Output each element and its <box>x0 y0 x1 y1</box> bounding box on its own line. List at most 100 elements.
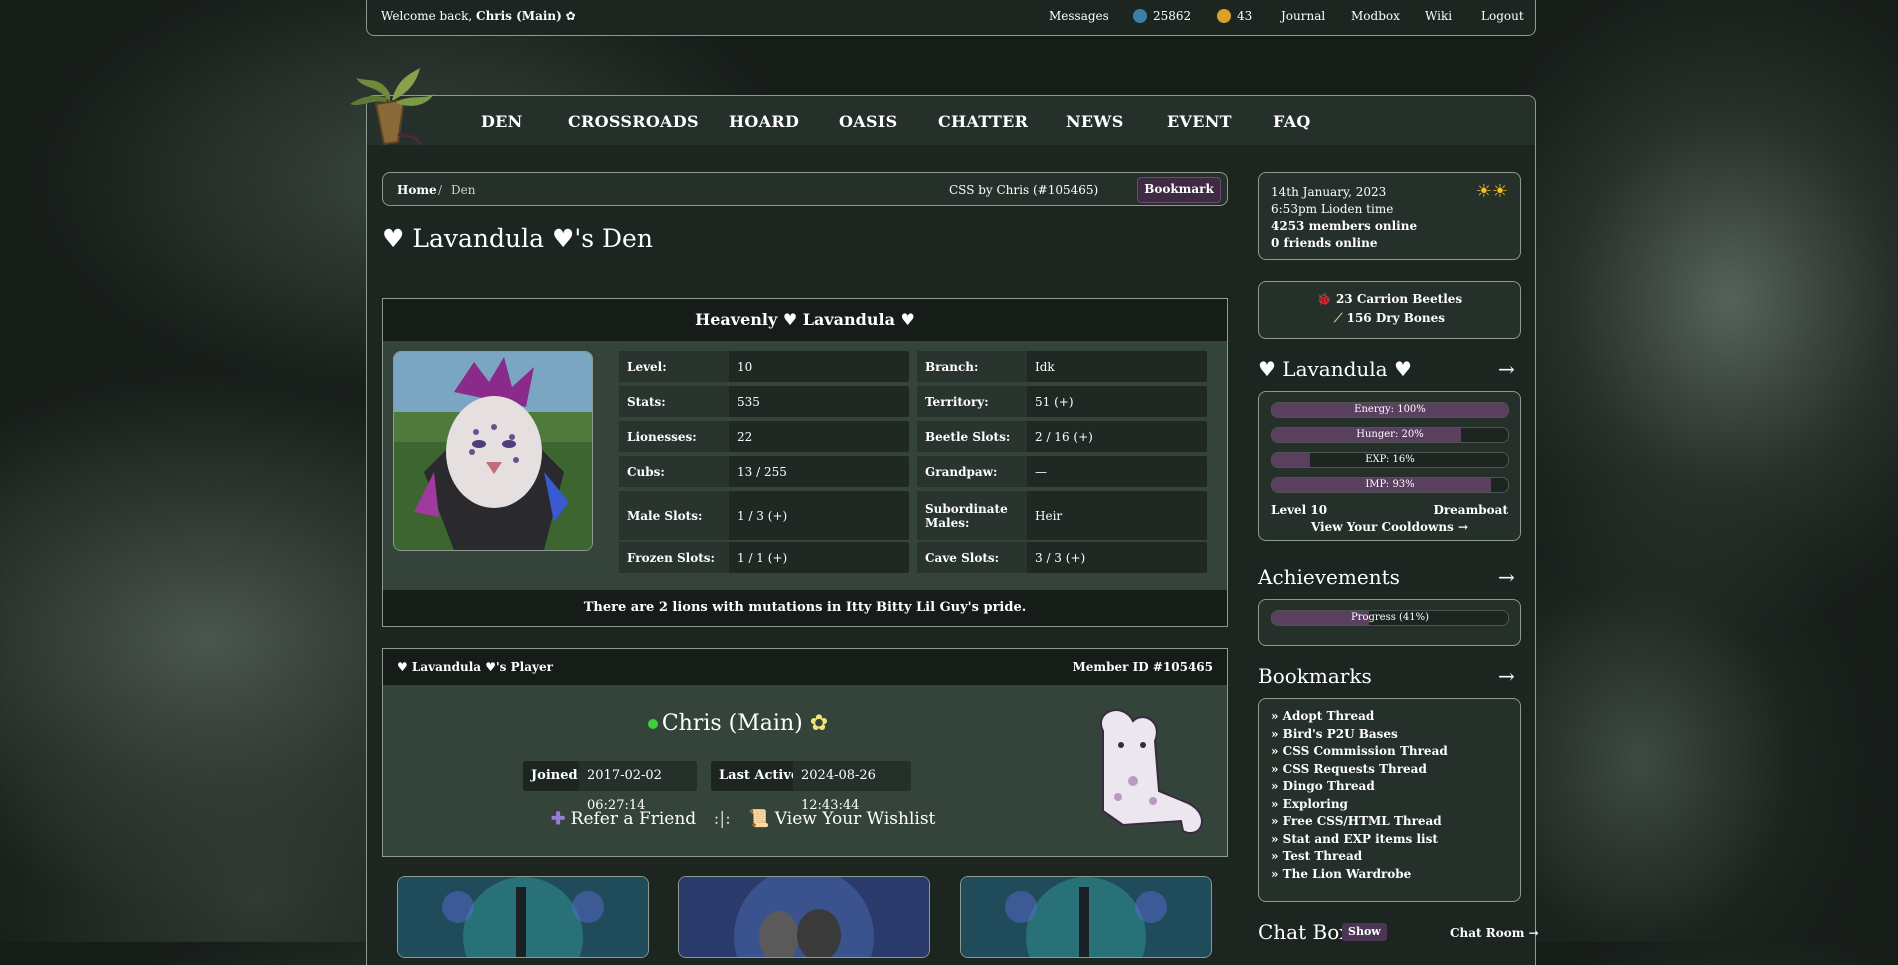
nav-den[interactable]: DEN <box>481 112 523 131</box>
bookmark-link[interactable]: » Stat and EXP items list <box>1271 832 1438 846</box>
bookmark-link[interactable]: » CSS Commission Thread <box>1271 744 1448 758</box>
bookmark-link[interactable]: » Dingo Thread <box>1271 779 1375 793</box>
stat-cell: Beetle Slots: 2 / 16 (+) <box>917 421 1207 452</box>
sidebar-lion-name[interactable]: ♥ Lavandula ♥ <box>1258 357 1412 381</box>
messages-link[interactable]: Messages <box>1049 9 1109 23</box>
modbox-link[interactable]: Modbox <box>1351 9 1400 23</box>
stat-label: Frozen Slots: <box>619 542 729 573</box>
stat-cell: Stats: 535 <box>619 386 909 417</box>
lion-mood: Dreamboat <box>1433 503 1508 517</box>
chat-box-title: Chat Box <box>1258 920 1351 944</box>
link-divider: :|: <box>713 809 731 829</box>
breadcrumb: Home / Den CSS by Chris (#105465) Bookma… <box>382 172 1228 206</box>
wiki-link[interactable]: Wiki <box>1425 9 1452 23</box>
bookmark-link[interactable]: » The Lion Wardrobe <box>1271 867 1411 881</box>
site-logo-icon[interactable] <box>346 64 436 156</box>
stat-value: 22 <box>737 429 753 444</box>
stat-value[interactable]: 2 / 16 (+) <box>1035 421 1093 452</box>
css-credit[interactable]: CSS by Chris (#105465) <box>949 183 1098 197</box>
chat-room-link[interactable]: Chat Room → <box>1450 926 1539 940</box>
stat-label: Cave Slots: <box>917 542 1027 573</box>
main-nav: DEN CROSSROADS HOARD OASIS CHATTER NEWS … <box>366 95 1536 147</box>
lion-level: Level 10 <box>1271 503 1328 517</box>
time-panel: 14th January, 2023 6:53pm Lioden time 42… <box>1258 172 1521 260</box>
nav-faq[interactable]: FAQ <box>1273 112 1311 131</box>
bookmark-link[interactable]: » Free CSS/HTML Thread <box>1271 814 1442 828</box>
stat-label: Territory: <box>917 386 1027 417</box>
bookmarks-panel: » Adopt Thread » Bird's P2U Bases » CSS Co… <box>1258 698 1521 902</box>
game-date: 14th January, 2023 <box>1271 185 1387 199</box>
bone-icon: ⟋ <box>1334 311 1343 325</box>
nav-news[interactable]: NEWS <box>1066 112 1124 131</box>
bookmark-link[interactable]: » Bird's P2U Bases <box>1271 727 1398 741</box>
den-thumbnail-3-image <box>961 877 1211 957</box>
nav-event[interactable]: EVENT <box>1167 112 1232 131</box>
sidebar-lion-arrow[interactable]: → <box>1498 357 1515 381</box>
logout-link[interactable]: Logout <box>1481 9 1524 23</box>
bones-currency[interactable]: 43 <box>1217 9 1252 23</box>
status-bar: Hunger: 20% <box>1271 427 1509 443</box>
status-bar: IMP: 93% <box>1271 477 1509 493</box>
joined-value: 2017-02-02 06:27:14 <box>579 761 697 813</box>
stat-value[interactable]: 3 / 3 (+) <box>1035 542 1085 573</box>
view-cooldowns-link[interactable]: View Your Cooldowns → <box>1259 520 1520 534</box>
bookmarks-arrow[interactable]: → <box>1498 664 1515 688</box>
breadcrumb-home[interactable]: Home <box>397 183 437 197</box>
bookmark-link[interactable]: » Exploring <box>1271 797 1348 811</box>
stat-label: Subordinate Males: <box>917 491 1027 540</box>
game-time: 6:53pm Lioden time <box>1271 202 1394 216</box>
den-thumbnail-1[interactable] <box>397 876 649 958</box>
nav-crossroads[interactable]: CROSSROADS <box>568 112 699 131</box>
stat-value[interactable]: 51 (+) <box>1035 386 1074 417</box>
chat-show-button[interactable]: Show <box>1342 923 1387 941</box>
stat-label: Male Slots: <box>619 491 729 540</box>
achievements-arrow[interactable]: → <box>1498 565 1515 589</box>
stat-value[interactable]: 1 / 1 (+) <box>737 542 787 573</box>
stat-value[interactable]: 1 / 3 (+) <box>737 491 787 540</box>
bookmark-link[interactable]: » Adopt Thread <box>1271 709 1374 723</box>
sun-icon: ☀☀ <box>1475 181 1508 202</box>
bookmark-button[interactable]: Bookmark <box>1137 177 1221 203</box>
beetle-currency[interactable]: 25862 <box>1133 9 1191 23</box>
stat-cell: Territory: 51 (+) <box>917 386 1207 417</box>
lion-card: Heavenly ♥ Lavandula ♥ Level: 10 Branch: Id… <box>382 298 1228 627</box>
stat-cell: Branch: Idk <box>917 351 1207 382</box>
dry-bones[interactable]: ⟋ 156 Dry Bones <box>1259 311 1520 326</box>
plus-icon: ✚ <box>551 809 566 829</box>
status-bar-label: Hunger: 20% <box>1356 429 1424 440</box>
journal-link[interactable]: Journal <box>1281 9 1325 23</box>
gold-beetle-icon <box>1217 9 1231 23</box>
lion-status-panel: Energy: 100% Hunger: 20% EXP: 16% IMP: 93% … <box>1258 391 1521 541</box>
view-wishlist-link[interactable]: View Your Wishlist <box>775 809 936 829</box>
status-bar-label: IMP: 93% <box>1365 479 1415 490</box>
nav-chatter[interactable]: CHATTER <box>938 112 1028 131</box>
last-active-value: 2024-08-26 12:43:44 <box>793 761 911 813</box>
member-id: Member ID #105465 <box>1072 660 1214 674</box>
status-bar: Energy: 100% <box>1271 402 1509 418</box>
refer-friend-link[interactable]: Refer a Friend <box>571 809 697 829</box>
lion-portrait[interactable] <box>393 351 593 551</box>
stat-label: Lionesses: <box>619 421 729 452</box>
members-online[interactable]: 4253 members online <box>1271 219 1417 233</box>
flower-icon: ✿ <box>565 9 576 23</box>
nav-oasis[interactable]: OASIS <box>839 112 897 131</box>
username-link[interactable]: Chris (Main) <box>476 9 562 23</box>
stat-value: Heir <box>1035 508 1063 523</box>
scroll-icon: 📜 <box>748 809 770 829</box>
player-avatar[interactable] <box>1063 701 1213 841</box>
carrion-beetles[interactable]: 🐞 23 Carrion Beetles <box>1259 292 1520 306</box>
den-thumbnail-3[interactable] <box>960 876 1212 958</box>
friends-online[interactable]: 0 friends online <box>1271 236 1377 250</box>
nav-hoard[interactable]: HOARD <box>729 112 799 131</box>
mutation-note: There are 2 lions with mutations in Itty… <box>383 590 1227 626</box>
player-name[interactable]: Chris (Main) ✿ <box>633 711 843 736</box>
stat-cell: Level: 10 <box>619 351 909 382</box>
lion-portrait-image <box>394 352 592 550</box>
last-active-box: Last Active: 2024-08-26 12:43:44 <box>711 761 911 813</box>
achievement-progress-bar: Progress (41%) <box>1271 610 1509 626</box>
bookmark-link[interactable]: » Test Thread <box>1271 849 1362 863</box>
lion-title[interactable]: Heavenly ♥ Lavandula ♥ <box>383 299 1227 341</box>
achievements-title: Achievements <box>1258 565 1400 589</box>
den-thumbnail-2[interactable] <box>678 876 930 958</box>
bookmark-link[interactable]: » CSS Requests Thread <box>1271 762 1427 776</box>
